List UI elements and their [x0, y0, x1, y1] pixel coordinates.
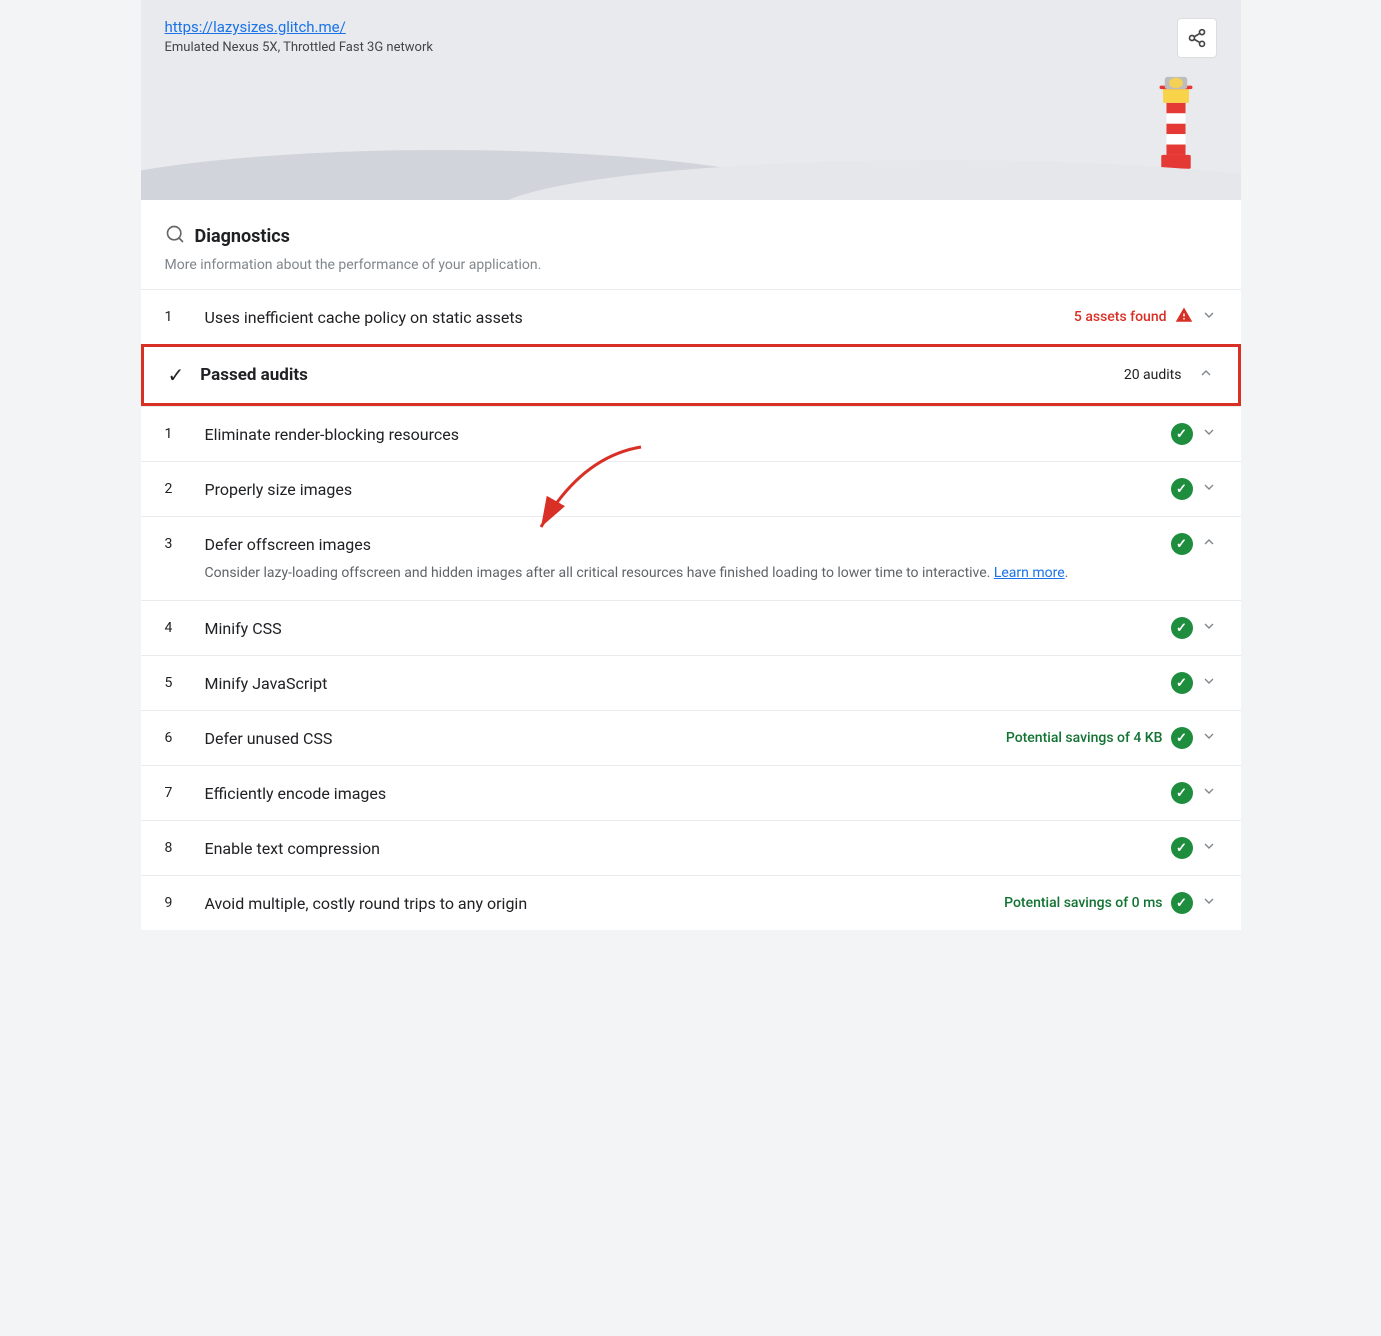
green-check-icon-4: ✓: [1171, 617, 1193, 639]
chevron-down-icon-pass-4[interactable]: [1201, 618, 1217, 638]
audit-row-text-compression: 8 Enable text compression ✓: [141, 820, 1241, 875]
audit-label-pass-8: Enable text compression: [205, 839, 1155, 858]
green-check-icon-6: ✓: [1171, 727, 1193, 749]
audit-number-pass-8: 8: [165, 840, 189, 856]
audit-row-render-blocking: 1 Eliminate render-blocking resources ✓: [141, 406, 1241, 461]
chevron-down-icon-pass-2[interactable]: [1201, 479, 1217, 499]
header-left: https://lazysizes.glitch.me/ Emulated Ne…: [165, 18, 433, 55]
audit-label-pass-4: Minify CSS: [205, 619, 1155, 638]
chevron-up-icon-passed[interactable]: [1198, 365, 1214, 385]
audit-right-pass-1: ✓: [1171, 423, 1217, 445]
main-content: Diagnostics More information about the p…: [141, 200, 1241, 930]
potential-savings-9: Potential savings of 0 ms: [1004, 895, 1162, 911]
audit-row-encode-images: 7 Efficiently encode images ✓: [141, 765, 1241, 820]
audit-number-pass-3: 3: [165, 536, 189, 552]
green-check-icon-1: ✓: [1171, 423, 1193, 445]
audit-top-defer: 3 Defer offscreen images ✓: [165, 533, 1217, 555]
green-check-icon-7: ✓: [1171, 782, 1193, 804]
learn-more-link[interactable]: Learn more: [994, 565, 1065, 581]
green-check-icon-8: ✓: [1171, 837, 1193, 859]
audit-right-pass-6: Potential savings of 4 KB ✓: [1006, 727, 1217, 749]
diagnostics-subtitle: More information about the performance o…: [141, 257, 1241, 289]
chevron-down-icon-pass-8[interactable]: [1201, 838, 1217, 858]
audit-row-minify-js: 5 Minify JavaScript ✓: [141, 655, 1241, 710]
diagnostics-icon: [165, 224, 185, 249]
audit-number-pass-5: 5: [165, 675, 189, 691]
audit-row-defer-css: 6 Defer unused CSS Potential savings of …: [141, 710, 1241, 765]
audit-label-pass-1: Eliminate render-blocking resources: [205, 425, 1155, 444]
audit-number-pass-7: 7: [165, 785, 189, 801]
audit-number-pass-1: 1: [165, 426, 189, 442]
green-check-icon-2: ✓: [1171, 478, 1193, 500]
audit-label-1: Uses inefficient cache policy on static …: [205, 308, 1058, 327]
header-right: [1177, 18, 1217, 58]
potential-savings-6: Potential savings of 4 KB: [1006, 730, 1163, 746]
audit-description-defer: Consider lazy-loading offscreen and hidd…: [165, 563, 1217, 584]
audit-right-pass-5: ✓: [1171, 672, 1217, 694]
hills-decoration: [141, 150, 1241, 200]
audit-right-1: 5 assets found: [1074, 306, 1217, 328]
audit-right-pass-2: ✓: [1171, 478, 1217, 500]
audit-right-pass-8: ✓: [1171, 837, 1217, 859]
audit-label-pass-5: Minify JavaScript: [205, 674, 1155, 693]
audit-number-1: 1: [165, 309, 189, 325]
chevron-up-icon-pass-3[interactable]: [1201, 534, 1217, 554]
diagnostics-title: Diagnostics: [195, 226, 290, 247]
chevron-down-icon-pass-9[interactable]: [1201, 893, 1217, 913]
audit-right-pass-3: ✓: [1171, 533, 1217, 555]
diagnostics-header: Diagnostics: [141, 200, 1241, 257]
audit-number-pass-4: 4: [165, 620, 189, 636]
chevron-down-icon-pass-6[interactable]: [1201, 728, 1217, 748]
audit-label-pass-3: Defer offscreen images: [205, 535, 1155, 554]
share-icon: [1187, 28, 1207, 48]
green-check-icon-5: ✓: [1171, 672, 1193, 694]
passed-audits-row[interactable]: ✓ Passed audits 20 audits: [141, 344, 1241, 406]
chevron-down-icon-pass-7[interactable]: [1201, 783, 1217, 803]
passed-audits-title: Passed audits: [200, 365, 1108, 385]
checkmark-icon: ✓: [168, 363, 185, 387]
audit-right-pass-9: Potential savings of 0 ms ✓: [1004, 892, 1216, 914]
audit-label-pass-9: Avoid multiple, costly round trips to an…: [205, 894, 989, 913]
audit-right-pass-7: ✓: [1171, 782, 1217, 804]
green-check-icon-3: ✓: [1171, 533, 1193, 555]
warning-triangle-icon: [1175, 306, 1193, 328]
share-button[interactable]: [1177, 18, 1217, 58]
audit-row-minify-css: 4 Minify CSS ✓: [141, 600, 1241, 655]
audit-label-pass-2: Properly size images: [205, 480, 1155, 499]
page-url[interactable]: https://lazysizes.glitch.me/: [165, 18, 433, 36]
header-subtitle: Emulated Nexus 5X, Throttled Fast 3G net…: [165, 40, 433, 55]
audit-row-size-images: 2 Properly size images ✓: [141, 461, 1241, 516]
audit-row-inefficient-cache: 1 Uses inefficient cache policy on stati…: [141, 289, 1241, 344]
audit-label-pass-6: Defer unused CSS: [205, 729, 990, 748]
assets-found-badge: 5 assets found: [1074, 309, 1167, 325]
chevron-down-icon-1[interactable]: [1201, 307, 1217, 327]
audit-number-pass-9: 9: [165, 895, 189, 911]
passed-audits-count: 20 audits: [1124, 367, 1182, 383]
audit-row-round-trips: 9 Avoid multiple, costly round trips to …: [141, 875, 1241, 930]
green-check-icon-9: ✓: [1171, 892, 1193, 914]
header: https://lazysizes.glitch.me/ Emulated Ne…: [141, 0, 1241, 200]
audit-label-pass-7: Efficiently encode images: [205, 784, 1155, 803]
audit-right-pass-4: ✓: [1171, 617, 1217, 639]
audit-number-pass-2: 2: [165, 481, 189, 497]
chevron-down-icon-pass-5[interactable]: [1201, 673, 1217, 693]
audit-number-pass-6: 6: [165, 730, 189, 746]
chevron-down-icon-pass-1[interactable]: [1201, 424, 1217, 444]
audit-row-defer-offscreen: 3 Defer offscreen images ✓ Consider lazy…: [141, 516, 1241, 600]
